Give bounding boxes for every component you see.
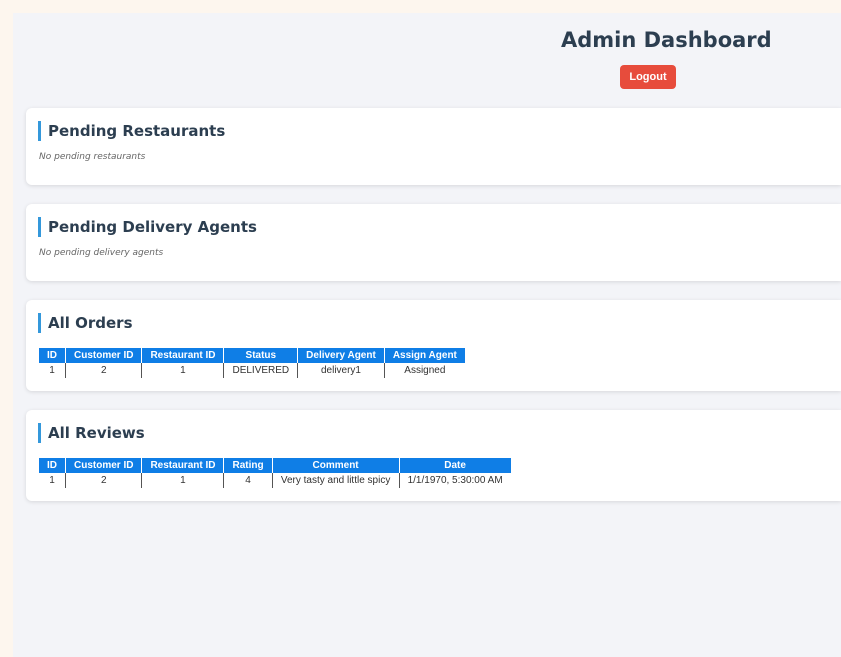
orders-col-delivery-agent: Delivery Agent xyxy=(297,348,385,363)
reviews-col-comment: Comment xyxy=(272,458,400,473)
pending-delivery-agents-empty-text: No pending delivery agents xyxy=(39,248,164,258)
pending-restaurants-section: Pending Restaurants No pending restauran… xyxy=(26,108,841,185)
order-customer-id-cell: 2 xyxy=(65,363,143,378)
all-reviews-section: All Reviews ID Customer ID Restaurant ID… xyxy=(26,410,841,501)
orders-col-status: Status xyxy=(223,348,299,363)
review-comment-cell: Very tasty and little spicy xyxy=(272,473,400,488)
pending-delivery-agents-heading: Pending Delivery Agents xyxy=(38,217,257,237)
reviews-col-rating: Rating xyxy=(223,458,273,473)
all-reviews-heading: All Reviews xyxy=(38,423,145,443)
reviews-col-id: ID xyxy=(39,458,66,473)
page-title: Admin Dashboard xyxy=(561,28,772,52)
orders-col-customer-id: Customer ID xyxy=(65,348,143,363)
review-restaurant-id-cell: 1 xyxy=(141,473,225,488)
logout-button[interactable]: Logout xyxy=(620,65,676,89)
pending-restaurants-empty-text: No pending restaurants xyxy=(39,152,146,162)
pending-delivery-agents-section: Pending Delivery Agents No pending deliv… xyxy=(26,204,841,281)
orders-header-row: ID Customer ID Restaurant ID Status Deli… xyxy=(39,348,465,363)
dashboard-page: Admin Dashboard Logout Pending Restauran… xyxy=(13,13,841,657)
pending-restaurants-heading: Pending Restaurants xyxy=(38,121,225,141)
order-id-cell: 1 xyxy=(39,363,66,378)
orders-col-id: ID xyxy=(39,348,66,363)
reviews-header-row: ID Customer ID Restaurant ID Rating Comm… xyxy=(39,458,511,473)
review-customer-id-cell: 2 xyxy=(65,473,143,488)
order-assign-agent-cell: Assigned xyxy=(404,365,446,376)
orders-col-assign-agent: Assign Agent xyxy=(384,348,465,363)
all-orders-heading: All Orders xyxy=(38,313,133,333)
review-rating-cell: 4 xyxy=(223,473,273,488)
orders-table: ID Customer ID Restaurant ID Status Deli… xyxy=(39,348,465,378)
table-row: 1 2 1 DELIVERED delivery1 Assigned xyxy=(39,363,465,378)
reviews-col-customer-id: Customer ID xyxy=(65,458,143,473)
all-orders-section: All Orders ID Customer ID Restaurant ID … xyxy=(26,300,841,391)
header: Admin Dashboard Logout xyxy=(13,13,841,108)
reviews-col-date: Date xyxy=(399,458,511,473)
table-row: 1 2 1 4 Very tasty and little spicy 1/1/… xyxy=(39,473,511,488)
orders-col-restaurant-id: Restaurant ID xyxy=(141,348,225,363)
order-delivery-agent-cell: delivery1 xyxy=(297,363,385,378)
review-id-cell: 1 xyxy=(39,473,66,488)
review-date-cell: 1/1/1970, 5:30:00 AM xyxy=(407,475,503,486)
reviews-table: ID Customer ID Restaurant ID Rating Comm… xyxy=(39,458,511,488)
order-status-cell: DELIVERED xyxy=(223,363,299,378)
order-restaurant-id-cell: 1 xyxy=(141,363,225,378)
reviews-col-restaurant-id: Restaurant ID xyxy=(141,458,225,473)
